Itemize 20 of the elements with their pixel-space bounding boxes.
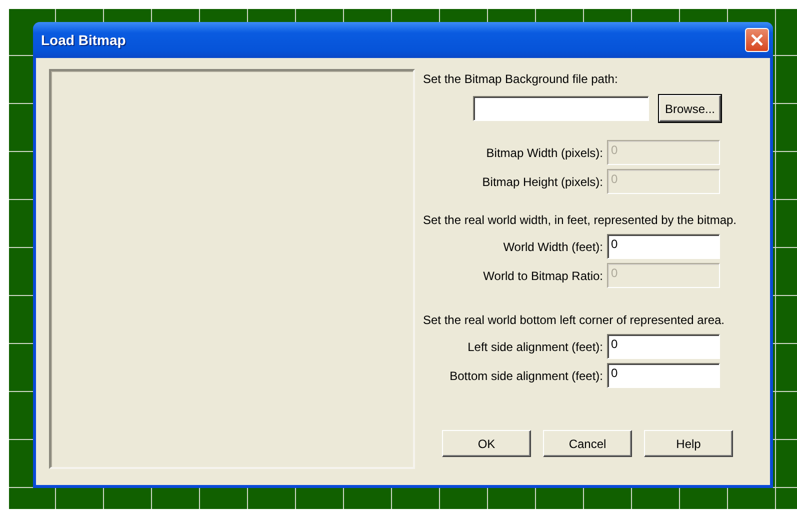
input-field[interactable]: 0 — [607, 234, 720, 259]
field-label: Bitmap Height (pixels): — [482, 174, 603, 188]
dialog-button[interactable]: Cancel — [543, 430, 632, 457]
prompt-text: Set the real world bottom left corner of represented area. — [423, 312, 726, 328]
browse-button[interactable]: Browse... — [659, 95, 721, 122]
prompt-text: Set the real world width, in feet, represented by the bitmap. — [423, 212, 738, 228]
window-title: Load Bitmap — [40, 32, 126, 48]
field-label: World Width (feet): — [503, 240, 603, 254]
close-icon — [750, 33, 764, 47]
field-label: Bitmap Width (pixels): — [486, 146, 603, 160]
dialog-button[interactable]: OK — [442, 430, 531, 457]
close-button[interactable] — [745, 28, 769, 52]
input-field[interactable]: 0 — [607, 334, 720, 359]
dialog-button[interactable]: Help — [644, 430, 733, 457]
path-field[interactable] — [473, 96, 649, 121]
field-label: World to Bitmap Ratio: — [483, 268, 603, 282]
prompt-text: Set the Bitmap Background file path: — [423, 71, 619, 87]
input-field[interactable]: 0 — [607, 363, 720, 388]
field-label: Left side alignment (feet): — [468, 340, 603, 354]
field-label: Bottom side alignment (feet): — [450, 368, 603, 382]
